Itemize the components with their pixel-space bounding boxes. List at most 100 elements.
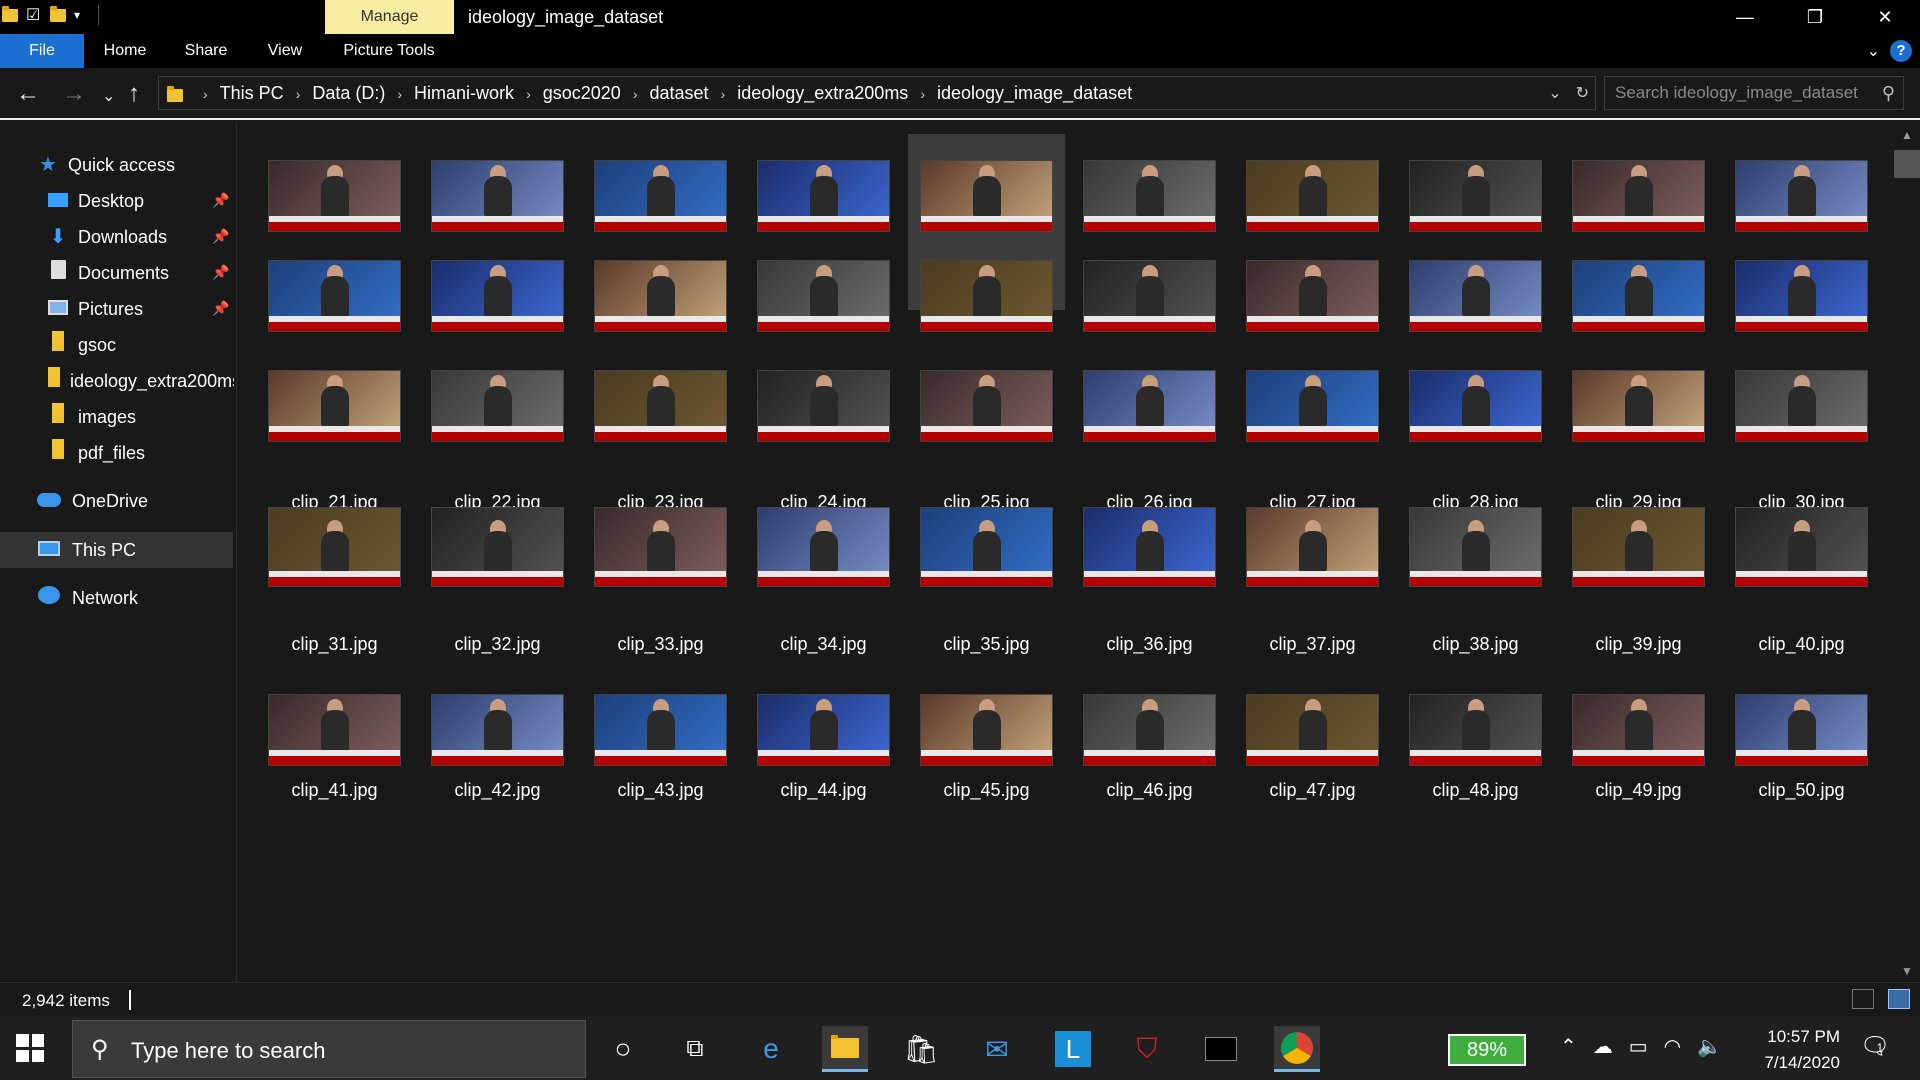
breadcrumb-separator-icon[interactable]: › — [397, 86, 402, 102]
nav-item-downloads[interactable]: ⬇ Downloads — [48, 219, 167, 255]
image-thumbnail[interactable] — [757, 370, 890, 442]
image-thumbnail[interactable] — [1409, 370, 1542, 442]
image-thumbnail[interactable] — [1735, 260, 1868, 332]
store-icon[interactable]: 🛍 — [898, 1026, 944, 1072]
back-arrow-icon[interactable]: ← — [16, 80, 40, 108]
notification-center-icon[interactable]: 🗨1 — [1860, 1032, 1897, 1061]
mcafee-icon[interactable]: ⛉ — [1124, 1026, 1170, 1072]
image-thumbnail[interactable] — [1083, 507, 1216, 587]
nav-item-images[interactable]: images — [48, 399, 136, 435]
wifi-icon[interactable]: ◠ — [1664, 1034, 1681, 1059]
scrollbar-thumb[interactable] — [1894, 150, 1920, 178]
expand-ribbon-icon[interactable]: ⌄ — [1867, 41, 1880, 61]
image-thumbnail[interactable] — [757, 507, 890, 587]
forward-arrow-icon[interactable]: → — [62, 80, 86, 108]
l-app-icon[interactable]: L — [1050, 1026, 1096, 1072]
file-item[interactable]: clip_47.jpg — [1234, 681, 1391, 841]
image-thumbnail[interactable] — [920, 507, 1053, 587]
breadcrumb-ideology-extra200ms[interactable]: ideology_extra200ms — [737, 83, 908, 104]
image-thumbnail[interactable] — [1735, 370, 1868, 442]
image-thumbnail[interactable] — [431, 507, 564, 587]
image-thumbnail[interactable] — [1572, 260, 1705, 332]
breadcrumb-separator-icon[interactable]: › — [296, 86, 301, 102]
breadcrumb-himani-work[interactable]: Himani-work — [414, 83, 514, 104]
pin-icon[interactable]: 📌 — [212, 192, 229, 209]
help-icon[interactable]: ? — [1890, 40, 1912, 62]
pin-icon[interactable]: 📌 — [212, 300, 229, 317]
file-item[interactable]: clip_48.jpg — [1397, 681, 1554, 841]
tab-view[interactable]: View — [256, 34, 314, 68]
image-thumbnail[interactable] — [1572, 507, 1705, 587]
image-thumbnail[interactable] — [1735, 160, 1868, 232]
scroll-down-icon[interactable]: ▼ — [1894, 964, 1920, 978]
image-thumbnail[interactable] — [268, 260, 401, 332]
image-thumbnail[interactable] — [1246, 160, 1379, 232]
image-thumbnail[interactable] — [268, 160, 401, 232]
file-explorer-icon[interactable] — [822, 1026, 868, 1072]
breadcrumb-separator-icon[interactable]: › — [633, 86, 638, 102]
image-thumbnail[interactable] — [757, 160, 890, 232]
nav-item-ideology-extra200ms[interactable]: ideology_extra200ms — [48, 363, 234, 399]
up-arrow-icon[interactable]: ↑ — [128, 80, 140, 108]
breadcrumb-separator-icon[interactable]: › — [920, 86, 925, 102]
breadcrumb-separator-icon[interactable]: › — [721, 86, 726, 102]
image-thumbnail[interactable] — [1083, 160, 1216, 232]
nav-item-pdf-files[interactable]: pdf_files — [48, 435, 145, 471]
properties-icon[interactable]: ☑ — [26, 5, 42, 25]
image-thumbnail[interactable] — [594, 370, 727, 442]
image-thumbnail[interactable] — [1083, 694, 1216, 766]
nav-network[interactable]: Network — [36, 580, 138, 616]
pin-icon[interactable]: 📌 — [212, 228, 229, 245]
image-thumbnail[interactable] — [1246, 507, 1379, 587]
image-thumbnail[interactable] — [1409, 260, 1542, 332]
tab-home[interactable]: Home — [92, 34, 158, 68]
image-thumbnail[interactable] — [1735, 694, 1868, 766]
clock[interactable]: 10:57 PM 7/14/2020 — [1740, 1024, 1840, 1076]
nav-quick-access[interactable]: ★ Quick access — [38, 147, 175, 183]
customize-toolbar-icon[interactable]: ▾ — [74, 8, 80, 22]
minimize-button[interactable]: — — [1710, 0, 1780, 34]
chrome-icon[interactable] — [1274, 1026, 1320, 1072]
large-icons-view-icon[interactable] — [1888, 989, 1910, 1009]
breadcrumb-gsoc2020[interactable]: gsoc2020 — [543, 83, 621, 104]
nav-item-desktop[interactable]: Desktop — [48, 183, 144, 219]
file-item[interactable]: clip_49.jpg — [1560, 681, 1717, 841]
file-item[interactable]: clip_41.jpg — [256, 681, 413, 841]
address-dropdown-icon[interactable]: ⌄ — [1548, 83, 1561, 103]
image-thumbnail[interactable] — [757, 260, 890, 332]
breadcrumb-separator-icon[interactable]: › — [203, 86, 208, 102]
address-bar[interactable]: › This PC › Data (D:) › Himani-work › gs… — [158, 76, 1596, 110]
volume-icon[interactable]: 🔈 — [1697, 1034, 1722, 1059]
cortana-icon[interactable]: ○ — [600, 1026, 646, 1072]
image-thumbnail[interactable] — [1246, 260, 1379, 332]
recent-locations-icon[interactable]: ⌄ — [102, 86, 115, 106]
terminal-icon[interactable] — [1198, 1026, 1244, 1072]
image-thumbnail[interactable] — [1083, 260, 1216, 332]
breadcrumb-separator-icon[interactable]: › — [526, 86, 531, 102]
maximize-button[interactable]: ❐ — [1780, 0, 1850, 34]
image-thumbnail[interactable] — [920, 370, 1053, 442]
file-item[interactable]: clip_43.jpg — [582, 681, 739, 841]
nav-onedrive[interactable]: OneDrive — [36, 483, 148, 519]
file-item[interactable]: clip_46.jpg — [1071, 681, 1228, 841]
image-thumbnail[interactable] — [1572, 694, 1705, 766]
details-view-icon[interactable] — [1852, 989, 1874, 1009]
image-thumbnail[interactable] — [1409, 694, 1542, 766]
manage-tab[interactable]: Manage — [325, 0, 454, 34]
file-item[interactable]: clip_38.jpg — [1397, 502, 1554, 662]
tab-picture-tools[interactable]: Picture Tools — [330, 34, 448, 68]
close-button[interactable]: ✕ — [1850, 0, 1920, 34]
pin-icon[interactable]: 📌 — [212, 264, 229, 281]
file-item[interactable]: clip_35.jpg — [908, 502, 1065, 662]
image-thumbnail[interactable] — [431, 160, 564, 232]
image-thumbnail[interactable] — [268, 507, 401, 587]
image-thumbnail[interactable] — [594, 160, 727, 232]
edge-icon[interactable]: e — [748, 1026, 794, 1072]
search-icon[interactable]: ⚲ — [1882, 83, 1895, 104]
file-item[interactable]: clip_50.jpg — [1723, 681, 1880, 841]
image-thumbnail[interactable] — [1572, 160, 1705, 232]
image-thumbnail[interactable] — [1572, 370, 1705, 442]
file-item[interactable]: clip_36.jpg — [1071, 502, 1228, 662]
image-thumbnail[interactable] — [1735, 507, 1868, 587]
battery-icon[interactable]: ▭ — [1629, 1034, 1648, 1059]
